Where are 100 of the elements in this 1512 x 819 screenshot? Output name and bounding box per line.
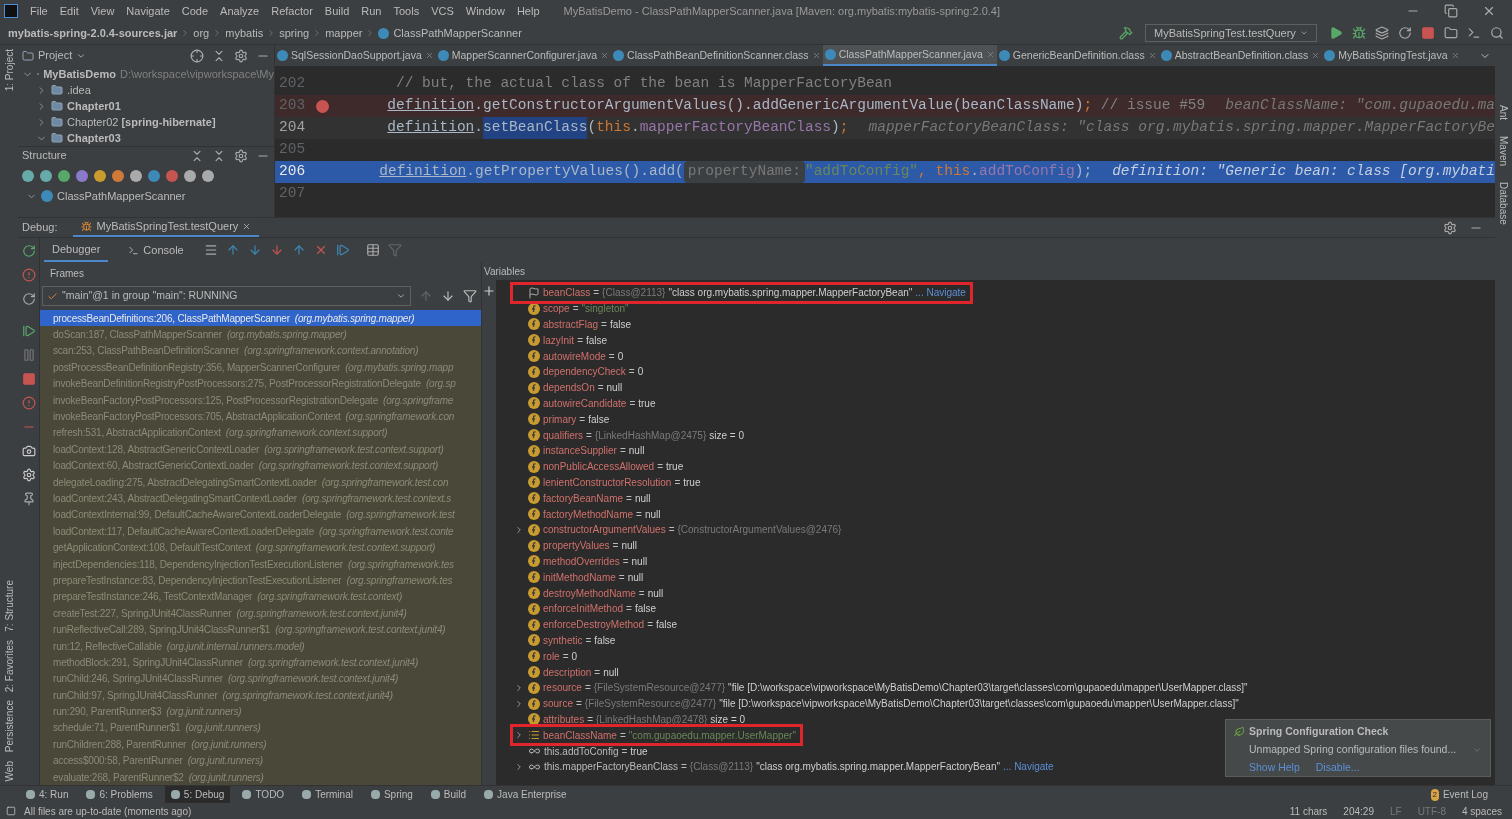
settings-icon[interactable] (21, 468, 36, 482)
resume-icon[interactable] (21, 324, 36, 338)
menu-item[interactable]: Refactor (271, 2, 313, 20)
variable-row[interactable]: instanceSupplier = null (513, 442, 649, 459)
variable-row[interactable]: beanClassName = "com.gupaoedu.mapper.UserMapper" (513, 727, 800, 744)
tool-window-tab[interactable]: Database (1496, 182, 1511, 225)
variable-row[interactable]: abstractFlag = false (513, 316, 635, 333)
variable-row[interactable]: dependsOn = null (513, 379, 627, 396)
editor-tab[interactable]: ClassPathMapperScanner.java (822, 45, 997, 66)
tool-window-tab[interactable]: Persistence (1, 700, 17, 753)
tool-window-tab[interactable]: 4: Run (20, 786, 75, 803)
close-icon[interactable] (424, 51, 434, 60)
variable-row[interactable]: resource = {FileSystemResource@2477} "file [D:\workspace\vipworkspace\MyBatisDemo\Chapter03\target\classes\com\gupaoedu\mapper\UserMapper.class]" (513, 679, 1252, 696)
settings-icon[interactable] (1443, 220, 1457, 235)
step-over-icon[interactable] (247, 243, 262, 257)
tree-item-label[interactable]: Chapter01 (67, 97, 121, 115)
run-to-cursor-icon[interactable] (335, 243, 350, 257)
run-configuration-dropdown[interactable]: MyBatisSpringTest.testQuery (1145, 24, 1317, 42)
trace-icon[interactable] (387, 243, 402, 257)
close-icon[interactable] (1147, 51, 1157, 60)
tree-item-label[interactable]: Chapter03 (67, 129, 121, 147)
tool-window-tab[interactable]: 7: Structure (1, 580, 17, 633)
filter-toggle-icon[interactable] (130, 170, 142, 182)
build-icon[interactable] (1119, 26, 1133, 40)
variable-row[interactable]: nonPublicAccessAllowed = true (513, 458, 688, 475)
variable-row[interactable]: enforceDestroyMethod = false (513, 616, 682, 633)
variable-row[interactable]: qualifiers = {LinkedHashMap@2475} size = 0 (513, 427, 748, 443)
filter-toggle-icon[interactable] (184, 170, 196, 182)
event-log-button[interactable]: 2 Event Log (1430, 787, 1512, 802)
debug-tab[interactable]: Console (120, 238, 192, 262)
run-icon[interactable] (1329, 26, 1343, 40)
navigate-link[interactable]: ... Navigate (1003, 759, 1054, 775)
menu-item[interactable]: File (30, 2, 48, 20)
coverage-icon[interactable] (1375, 26, 1389, 40)
restore-icon[interactable] (21, 292, 36, 306)
variable-row[interactable]: initMethodName = null (513, 569, 648, 586)
tool-window-tab[interactable]: 5: Debug (164, 786, 231, 803)
view-breakpoints-icon[interactable] (21, 396, 36, 410)
menu-item[interactable]: Analyze (220, 2, 260, 20)
stop-icon[interactable] (21, 372, 36, 386)
tool-window-tab[interactable]: Spring (364, 786, 419, 803)
menu-item[interactable]: Run (361, 2, 382, 20)
variable-row[interactable]: attributes = {LinkedHashMap@2478} size = 0 (513, 711, 750, 728)
evaluate-icon[interactable] (365, 243, 380, 257)
rerun-icon[interactable] (21, 244, 36, 258)
stack-frame[interactable]: processBeanDefinitions:206, ClassPathMapperScanner (org.mybatis.spring.mapper) (40, 310, 481, 327)
close-icon[interactable] (811, 51, 821, 60)
pin-icon[interactable] (21, 492, 36, 506)
variable-row[interactable]: synthetic = false (513, 632, 620, 649)
variable-row[interactable]: enforceInitMethod = false (513, 600, 661, 617)
editor-tab[interactable]: AbstractBeanDefinition.class (1158, 45, 1323, 66)
thread-dropdown[interactable]: "main"@1 in group "main": RUNNING (42, 286, 411, 306)
menu-item[interactable]: Window (465, 2, 505, 20)
variable-row[interactable]: factoryBeanName = null (513, 490, 655, 507)
previous-frame-icon[interactable] (419, 289, 433, 303)
tool-window-tab[interactable]: TODO (236, 786, 291, 803)
add-watch-icon[interactable] (482, 284, 496, 298)
variable-row[interactable]: this.addToConfig = true (513, 743, 652, 759)
breadcrumb-item[interactable]: spring (279, 24, 310, 42)
terminal-icon[interactable] (1467, 26, 1481, 40)
filter-toggle-icon[interactable] (112, 170, 124, 182)
editor-tab[interactable]: MyBatisSpringTest.java (1322, 45, 1462, 66)
tree-item-label[interactable]: .idea (67, 81, 91, 99)
variable-row[interactable]: beanClass = {Class@2113} "class org.mybatis.spring.mapper.MapperFactoryBean" ... Navigate (513, 285, 970, 301)
variable-row[interactable]: description = null (513, 664, 623, 680)
search-icon[interactable] (1490, 26, 1504, 40)
filter-toggle-icon[interactable] (76, 170, 88, 182)
filter-toggle-icon[interactable] (22, 170, 34, 182)
filter-toggle-icon[interactable] (58, 170, 70, 182)
editor-tab[interactable]: MapperScannerConfigurer.java (435, 45, 612, 66)
tool-window-tab[interactable]: Web (1, 760, 17, 781)
variable-row[interactable]: role = 0 (513, 648, 582, 665)
tool-window-tab[interactable]: Ant (1496, 105, 1511, 120)
tool-window-tab[interactable]: Terminal (296, 786, 359, 803)
breadcrumb-item[interactable]: ClassPathMapperScanner (393, 24, 522, 42)
filter-toggle-icon[interactable] (148, 170, 160, 182)
variable-row[interactable]: autowireCandidate = true (513, 395, 660, 412)
variable-row[interactable]: dependencyCheck = 0 (513, 364, 648, 380)
close-icon[interactable] (1311, 51, 1321, 60)
filter-toggle-icon[interactable] (40, 170, 52, 182)
variable-row[interactable]: destroyMethodName = null (513, 585, 668, 601)
variable-row[interactable]: primary = false (513, 411, 614, 428)
tool-window-tab[interactable]: 1: Project (1, 49, 17, 92)
debug-tab[interactable]: Debugger (44, 238, 109, 262)
settings-icon[interactable] (234, 48, 248, 63)
show-execution-point-icon[interactable] (225, 243, 240, 257)
close-icon[interactable] (600, 51, 610, 60)
variable-row[interactable]: autowireMode = 0 (513, 348, 628, 364)
structure-item[interactable]: ClassPathMapperScanner (57, 187, 186, 205)
variable-row[interactable]: scope = "singleton" (513, 300, 633, 317)
menu-icon[interactable] (203, 243, 218, 257)
panel-title[interactable]: Project (38, 47, 73, 64)
variable-row[interactable]: factoryMethodName = null (513, 506, 665, 522)
expand-all-icon[interactable] (190, 148, 204, 163)
variable-row[interactable]: lenientConstructorResolution = true (513, 474, 705, 491)
menu-item[interactable]: View (90, 2, 115, 20)
editor-tab[interactable]: SqlSessionDaoSupport.java (275, 45, 436, 66)
variable-row[interactable]: this.mapperFactoryBeanClass = {Class@2113} "class org.mybatis.spring.mapper.MapperFactoryBean" ... Navigate (513, 758, 1058, 775)
menu-item[interactable]: Help (516, 2, 540, 20)
collapse-all-icon[interactable] (212, 148, 226, 163)
